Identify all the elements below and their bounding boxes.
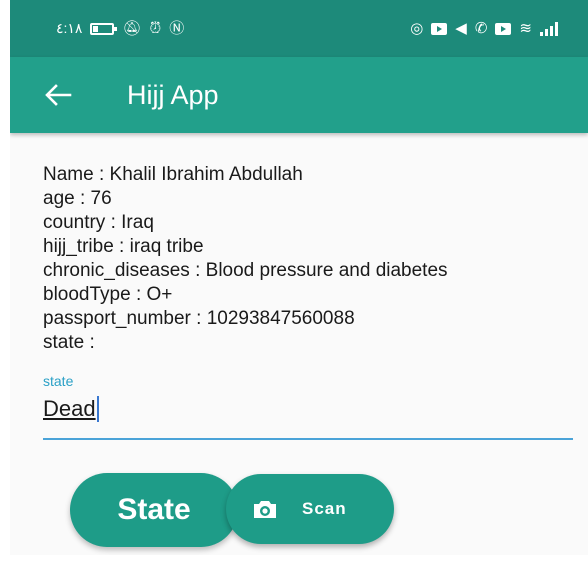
text-caret	[96, 396, 99, 422]
detail-hijj-tribe: hijj_tribe : iraq tribe	[43, 236, 204, 257]
state-button-label: State	[117, 493, 191, 526]
detail-age: age : 76	[43, 188, 112, 209]
detail-chronic-diseases: chronic_diseases : Blood pressure and di…	[43, 260, 448, 281]
detail-name: Name : Khalil Ibrahim Abdullah	[43, 164, 303, 185]
youtube-icon	[431, 22, 448, 35]
app-title: Hijj App	[127, 79, 219, 110]
scan-button[interactable]: Scan	[226, 474, 394, 544]
youtube-icon	[495, 22, 512, 35]
signal-icon	[540, 21, 558, 36]
status-time: ٤:١٨	[56, 20, 83, 36]
detail-state: state :	[43, 332, 95, 353]
status-right: ◎ ◀ ✆ ≋	[410, 21, 558, 36]
detail-country: country : Iraq	[43, 212, 154, 233]
wifi-icon: ≋	[519, 20, 532, 37]
detail-blood-type: bloodType : O+	[43, 284, 173, 305]
mute-icon: 🔕︎	[122, 20, 142, 37]
camera-icon	[252, 498, 278, 520]
state-input[interactable]: Dead	[43, 392, 573, 440]
state-field-label: state	[43, 373, 74, 389]
app-bar: Hijj App	[10, 57, 588, 133]
back-arrow-icon[interactable]	[44, 83, 72, 107]
battery-icon	[90, 22, 118, 35]
detail-passport-number: passport_number : 10293847560088	[43, 308, 355, 329]
state-input-value: Dead	[43, 396, 96, 421]
app-screen: ٤:١٨ 🔕︎ ⏰︎ Ⓝ ◎ ◀ ✆ ≋ Hijj App Name : Kha…	[10, 0, 588, 555]
status-bar: ٤:١٨ 🔕︎ ⏰︎ Ⓝ ◎ ◀ ✆ ≋	[10, 0, 588, 57]
state-button[interactable]: State	[70, 473, 238, 547]
instagram-icon: ◎	[410, 20, 424, 37]
pilgrim-details: Name : Khalil Ibrahim Abdullah age : 76 …	[43, 163, 448, 355]
nfc-icon: Ⓝ	[169, 20, 185, 37]
whatsapp-icon: ✆	[474, 20, 488, 37]
status-left: ٤:١٨ 🔕︎ ⏰︎ Ⓝ	[56, 20, 184, 37]
scan-button-label: Scan	[302, 499, 347, 518]
alarm-icon: ⏰︎	[149, 20, 162, 37]
telegram-icon: ◀	[455, 20, 467, 37]
